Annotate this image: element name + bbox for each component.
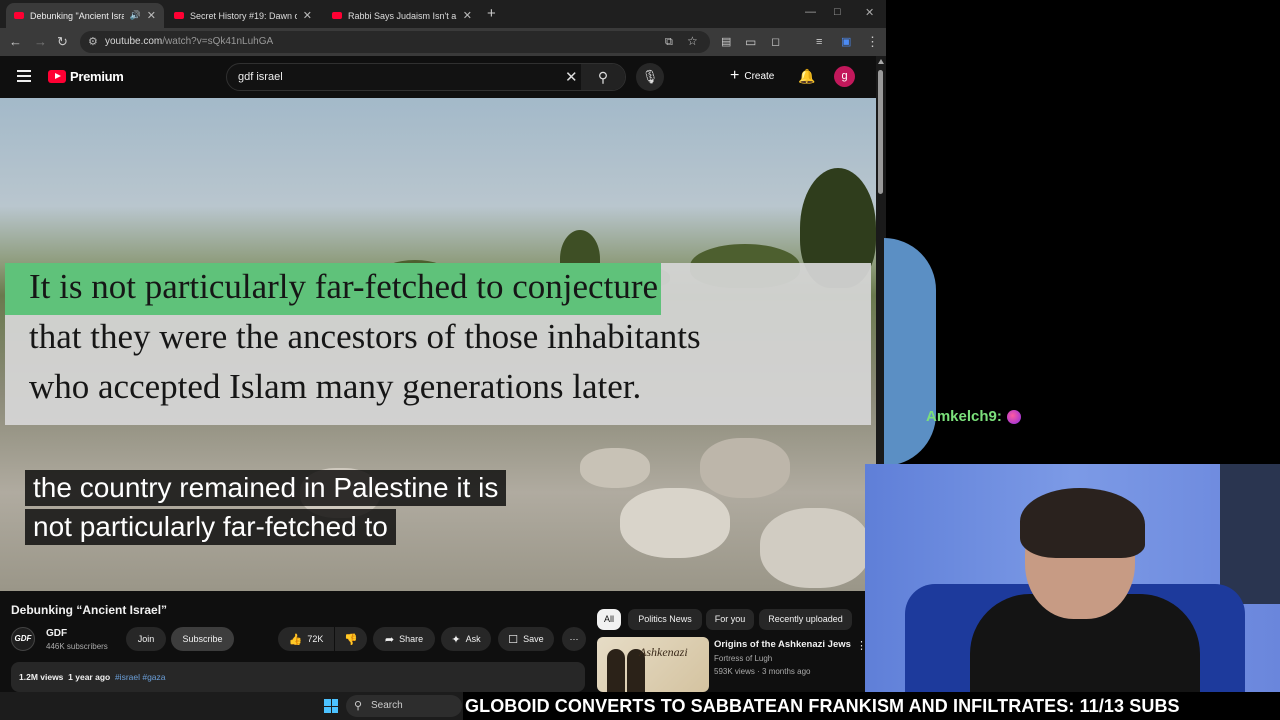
site-info-icon[interactable]: ⚙: [88, 35, 98, 48]
chat-emote-icon: [1006, 409, 1021, 424]
join-button[interactable]: Join: [126, 627, 166, 651]
windows-taskbar: ⚲ Search: [0, 692, 463, 720]
create-button[interactable]: + Create: [730, 68, 774, 84]
browser-menu-icon[interactable]: ⋮: [866, 34, 879, 50]
browser-toolbar: ← → ↻ ⚙ youtube.com/watch?v=sQk41nLuhGA …: [0, 28, 886, 56]
browser-window: Debunking "Ancient Israel" 🔊 ✕ Secret Hi…: [0, 0, 886, 692]
chat-username: Amkelch9:: [926, 408, 1002, 425]
tab-title: Rabbi Says Judaism Isn't a Relig: [348, 10, 457, 21]
close-window-icon[interactable]: ✕: [865, 6, 874, 19]
youtube-play-icon: [48, 70, 66, 83]
closed-caption-line: the country remained in Palestine it is: [25, 470, 507, 506]
plus-icon: +: [730, 67, 740, 84]
sparkle-icon: ✦: [451, 633, 461, 646]
chat-message: Amkelch9:: [926, 408, 1021, 425]
youtube-favicon-icon: [14, 12, 24, 19]
tab-secret-history[interactable]: Secret History #19: Dawn of the ✕: [166, 3, 320, 28]
tab-title: Secret History #19: Dawn of the: [190, 10, 297, 21]
youtube-header: Premium gdf israel ✕ ⚲ 🎙 + Create 🔔 g: [0, 56, 876, 98]
profile-extension-icon[interactable]: ▣: [841, 34, 851, 50]
url-text: youtube.com/watch?v=sQk41nLuhGA: [105, 36, 274, 47]
caption-line: It is not particularly far-fetched to co…: [29, 267, 659, 306]
share-button[interactable]: ➦ Share: [373, 627, 435, 651]
recommendation-channel[interactable]: Fortress of Lugh: [714, 654, 772, 663]
caption-line: that they were the ancestors of those in…: [29, 317, 701, 356]
recommendation-thumbnail[interactable]: Ashkenazi: [597, 637, 709, 692]
search-input[interactable]: gdf israel: [238, 71, 283, 83]
video-title: Debunking “Ancient Israel”: [11, 603, 168, 617]
stream-overlay-shape: [884, 238, 936, 466]
subscriber-count: 446K subscribers: [46, 642, 108, 651]
reading-list-icon[interactable]: ≡: [816, 34, 822, 50]
tab-title: Debunking "Ancient Israel": [30, 10, 124, 21]
thumbnail-text: Ashkenazi: [639, 645, 688, 659]
account-avatar[interactable]: g: [834, 66, 855, 87]
webcam-feed: [865, 464, 1280, 692]
dislike-button[interactable]: 👎: [335, 627, 367, 651]
speaker-icon[interactable]: 🔊: [130, 10, 141, 21]
tab-rabbi-says[interactable]: Rabbi Says Judaism Isn't a Relig ✕: [324, 3, 480, 28]
share-icon: ➦: [384, 633, 395, 646]
search-icon: ⚲: [597, 69, 609, 85]
clear-search-icon[interactable]: ✕: [565, 68, 578, 86]
bookmark-star-icon[interactable]: ☆: [687, 33, 698, 49]
youtube-favicon-icon: [332, 12, 342, 19]
close-tab-icon[interactable]: ✕: [303, 9, 312, 22]
stream-ticker: GLOBOID CONVERTS TO SABBATEAN FRANKISM A…: [463, 692, 1280, 720]
search-box[interactable]: gdf israel ✕ ⚲: [226, 63, 626, 91]
recommendation-meta: 593K views · 3 months ago: [714, 667, 811, 676]
voice-search-button[interactable]: 🎙: [636, 63, 664, 91]
microphone-icon: 🎙: [641, 69, 659, 84]
bookmark-icon: ☐: [508, 633, 519, 646]
tab-debunking-ancient-israel[interactable]: Debunking "Ancient Israel" 🔊 ✕: [6, 3, 164, 28]
more-actions-button[interactable]: ⋯: [562, 627, 586, 651]
scroll-up-icon[interactable]: [878, 59, 884, 64]
taskbar-search[interactable]: ⚲ Search: [346, 695, 462, 717]
burned-in-caption: It is not particularly far-fetched to co…: [5, 263, 871, 425]
screen: Debunking "Ancient Israel" 🔊 ✕ Secret Hi…: [0, 0, 1280, 720]
scrollbar-thumb[interactable]: [878, 70, 883, 194]
thumbs-down-icon: 👎: [344, 633, 358, 646]
closed-caption-line: not particularly far-fetched to: [25, 509, 396, 545]
chip-recently-uploaded[interactable]: Recently uploaded: [759, 609, 852, 630]
maximize-icon[interactable]: □: [834, 6, 841, 18]
chip-all[interactable]: All: [597, 609, 621, 630]
extensions-icon[interactable]: ▭: [745, 34, 756, 50]
like-button[interactable]: 👍 72K: [278, 627, 334, 651]
tab-search-icon[interactable]: ◻: [771, 34, 780, 50]
channel-avatar[interactable]: GDF: [11, 627, 35, 651]
forward-icon[interactable]: →: [34, 34, 47, 50]
clipboard-icon[interactable]: ▤: [721, 34, 731, 50]
chip-politics-news[interactable]: Politics News: [628, 609, 702, 630]
install-app-icon[interactable]: ⧉: [665, 34, 673, 50]
caption-line: who accepted Islam many generations late…: [29, 367, 642, 406]
menu-hamburger-icon[interactable]: [17, 70, 31, 82]
ask-button[interactable]: ✦ Ask: [441, 627, 491, 651]
channel-name[interactable]: GDF: [46, 628, 67, 639]
close-tab-icon[interactable]: ✕: [463, 9, 472, 22]
video-player[interactable]: It is not particularly far-fetched to co…: [0, 98, 876, 591]
search-button[interactable]: ⚲: [581, 64, 625, 90]
subscribe-button[interactable]: Subscribe: [171, 627, 234, 651]
youtube-favicon-icon: [174, 12, 184, 19]
search-icon: ⚲: [354, 700, 363, 712]
minimize-icon[interactable]: —: [805, 6, 816, 18]
close-tab-icon[interactable]: ✕: [147, 9, 156, 22]
back-icon[interactable]: ←: [9, 34, 22, 50]
youtube-premium-logo[interactable]: Premium: [48, 69, 124, 84]
video-meta: 1.2M views 1 year ago #israel #gaza: [19, 672, 166, 682]
windows-start-icon[interactable]: [324, 699, 338, 713]
thumbs-up-icon: 👍: [288, 633, 303, 646]
chip-for-you[interactable]: For you: [706, 609, 754, 630]
reload-icon[interactable]: ↻: [57, 34, 68, 50]
notifications-bell-icon[interactable]: 🔔: [798, 68, 815, 85]
save-button[interactable]: ☐ Save: [498, 627, 554, 651]
address-bar[interactable]: ⚙ youtube.com/watch?v=sQk41nLuhGA ⧉ ☆: [80, 31, 710, 53]
more-horizontal-icon: ⋯: [569, 633, 579, 644]
recommendation-title[interactable]: Origins of the Ashkenazi Jews: [714, 639, 851, 650]
description-box[interactable]: 1.2M views 1 year ago #israel #gaza: [11, 662, 585, 692]
tab-strip: Debunking "Ancient Israel" 🔊 ✕ Secret Hi…: [0, 0, 886, 28]
new-tab-icon[interactable]: +: [487, 5, 496, 22]
